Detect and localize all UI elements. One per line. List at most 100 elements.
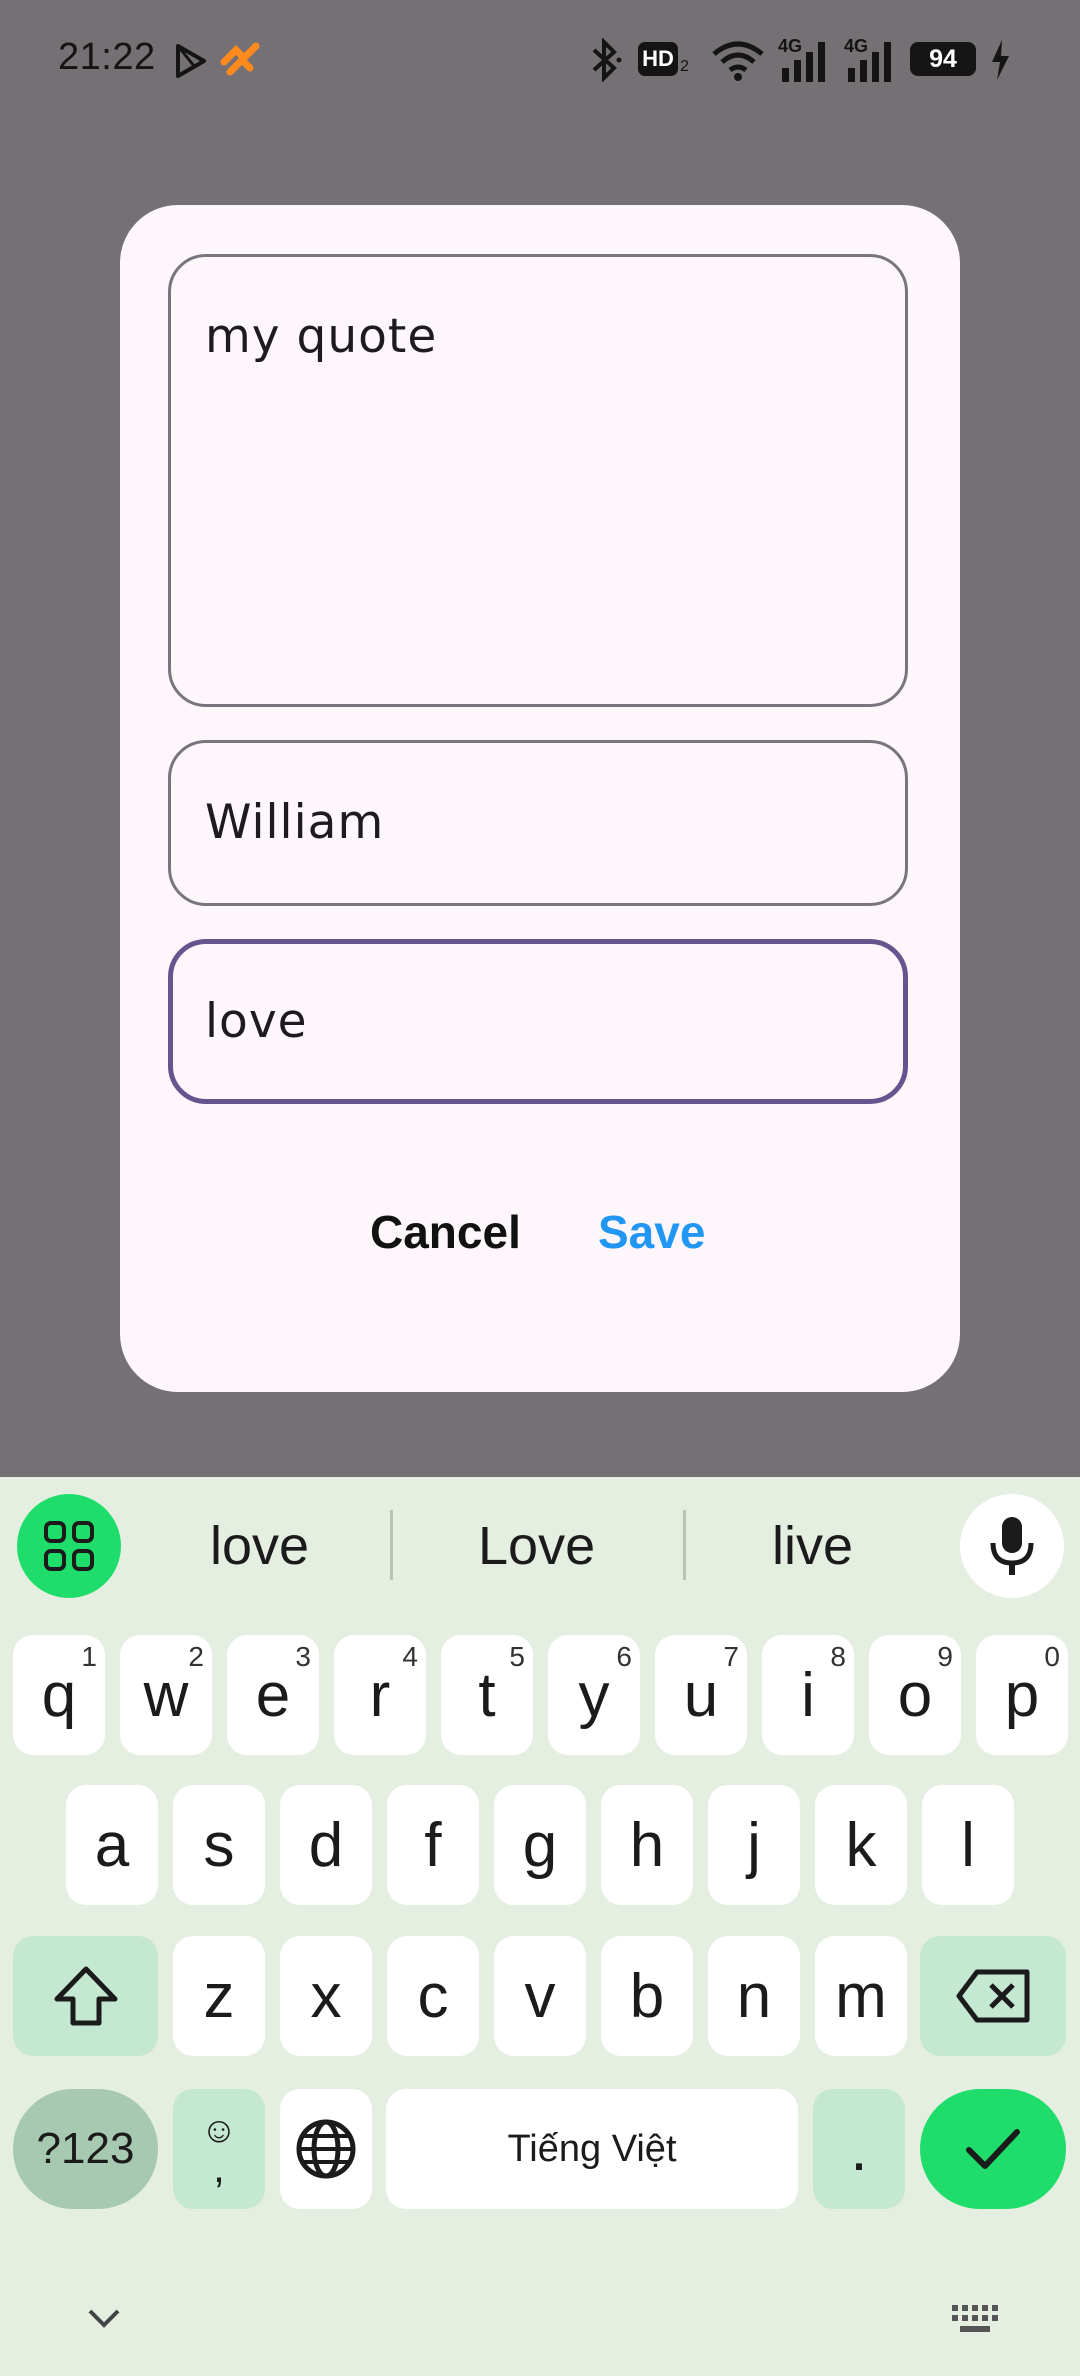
key-number-hint: 0 <box>1044 1641 1060 1672</box>
key-r[interactable]: r4 <box>334 1635 426 1755</box>
key-y[interactable]: y6 <box>548 1635 640 1755</box>
key-label: s <box>203 1810 235 1880</box>
key-s[interactable]: s <box>173 1785 265 1905</box>
key-label: m <box>835 1961 887 2031</box>
key-x[interactable]: x <box>280 1936 372 2056</box>
enter-key[interactable] <box>920 2089 1066 2209</box>
symbols-key[interactable]: ?123 <box>13 2089 158 2209</box>
key-label: r <box>369 1660 391 1730</box>
key-label: g <box>522 1810 558 1880</box>
key-a[interactable]: a <box>66 1785 158 1905</box>
hd-icon: HD <box>638 42 678 76</box>
globe-icon <box>296 2119 356 2179</box>
key-h[interactable]: h <box>601 1785 693 1905</box>
key-number-hint: 6 <box>616 1641 632 1672</box>
key-i[interactable]: i8 <box>762 1635 854 1755</box>
key-u[interactable]: u7 <box>655 1635 747 1755</box>
comma-label: , <box>213 2144 225 2191</box>
tag-field[interactable]: love <box>168 939 908 1104</box>
key-label: x <box>310 1961 342 2031</box>
key-q[interactable]: q1 <box>13 1635 105 1755</box>
voice-input-button[interactable] <box>960 1494 1064 1598</box>
key-number-hint: 3 <box>295 1641 311 1672</box>
key-g[interactable]: g <box>494 1785 586 1905</box>
key-number-hint: 2 <box>188 1641 204 1672</box>
backspace-key[interactable] <box>920 1936 1066 2056</box>
key-label: d <box>308 1810 344 1880</box>
key-number-hint: 4 <box>402 1641 418 1672</box>
app-notification-icon <box>220 42 260 76</box>
suggestion-strip: love Love live <box>0 1477 1080 1607</box>
key-n[interactable]: n <box>708 1936 800 2056</box>
key-v[interactable]: v <box>494 1936 586 2056</box>
key-number-hint: 7 <box>723 1641 739 1672</box>
key-number-hint: 1 <box>81 1641 97 1672</box>
quote-field[interactable]: my quote <box>168 254 908 707</box>
status-bar: 21:22 HD 2 4G 4G 94 <box>0 0 1080 120</box>
key-label: v <box>524 1961 556 2031</box>
key-label: z <box>203 1961 235 2031</box>
key-label: p <box>1004 1660 1040 1730</box>
save-button[interactable]: Save <box>598 1205 705 1259</box>
key-b[interactable]: b <box>601 1936 693 2056</box>
play-store-icon <box>176 44 206 78</box>
key-p[interactable]: p0 <box>976 1635 1068 1755</box>
key-label: y <box>578 1660 610 1730</box>
bluetooth-icon <box>592 38 622 82</box>
backspace-icon <box>956 1969 1030 2023</box>
cancel-button[interactable]: Cancel <box>370 1205 521 1259</box>
key-o[interactable]: o9 <box>869 1635 961 1755</box>
keyboard-apps-button[interactable] <box>17 1494 121 1598</box>
key-label: i <box>801 1660 815 1730</box>
key-label: u <box>683 1660 719 1730</box>
key-label: a <box>94 1810 130 1880</box>
suggestion-divider <box>390 1510 393 1580</box>
key-number-hint: 5 <box>509 1641 525 1672</box>
key-w[interactable]: w2 <box>120 1635 212 1755</box>
key-label: j <box>747 1810 761 1880</box>
key-f[interactable]: f <box>387 1785 479 1905</box>
key-e[interactable]: e3 <box>227 1635 319 1755</box>
key-label: e <box>255 1660 291 1730</box>
period-key[interactable]: . <box>813 2089 905 2209</box>
key-label: l <box>961 1810 975 1880</box>
language-key[interactable] <box>280 2089 372 2209</box>
charging-icon <box>992 40 1009 80</box>
key-label: t <box>478 1660 496 1730</box>
suggestion-3[interactable]: live <box>772 1515 853 1577</box>
hide-keyboard-icon[interactable] <box>86 2307 122 2331</box>
emoji-key[interactable]: ☺ , <box>173 2089 265 2209</box>
grid-icon <box>44 1521 94 1571</box>
key-label: h <box>629 1810 665 1880</box>
key-label: w <box>143 1660 189 1730</box>
author-field[interactable]: William <box>168 740 908 906</box>
dialog-actions: Cancel Save <box>120 1205 960 1285</box>
edit-quote-dialog: my quote William love Cancel Save <box>120 205 960 1392</box>
suggestion-1[interactable]: love <box>210 1515 309 1577</box>
key-m[interactable]: m <box>815 1936 907 2056</box>
keyboard-switch-icon[interactable] <box>950 2303 1000 2335</box>
signal-1-icon: 4G <box>778 36 830 82</box>
suggestion-2[interactable]: Love <box>478 1515 595 1577</box>
key-label: o <box>897 1660 933 1730</box>
key-j[interactable]: j <box>708 1785 800 1905</box>
key-t[interactable]: t5 <box>441 1635 533 1755</box>
key-label: c <box>417 1961 449 2031</box>
key-label: b <box>629 1961 665 2031</box>
key-c[interactable]: c <box>387 1936 479 2056</box>
key-l[interactable]: l <box>922 1785 1014 1905</box>
key-label: k <box>845 1810 877 1880</box>
space-key[interactable]: Tiếng Việt <box>386 2089 798 2209</box>
status-time: 21:22 <box>58 36 156 78</box>
key-d[interactable]: d <box>280 1785 372 1905</box>
key-label: q <box>41 1660 77 1730</box>
author-field-value: William <box>205 795 385 850</box>
shift-icon <box>54 1966 117 2026</box>
battery-icon: 94 <box>910 42 976 76</box>
shift-key[interactable] <box>13 1936 158 2056</box>
key-label: f <box>424 1810 442 1880</box>
quote-field-value: my quote <box>205 309 438 364</box>
key-z[interactable]: z <box>173 1936 265 2056</box>
checkmark-icon <box>966 2129 1020 2169</box>
key-k[interactable]: k <box>815 1785 907 1905</box>
